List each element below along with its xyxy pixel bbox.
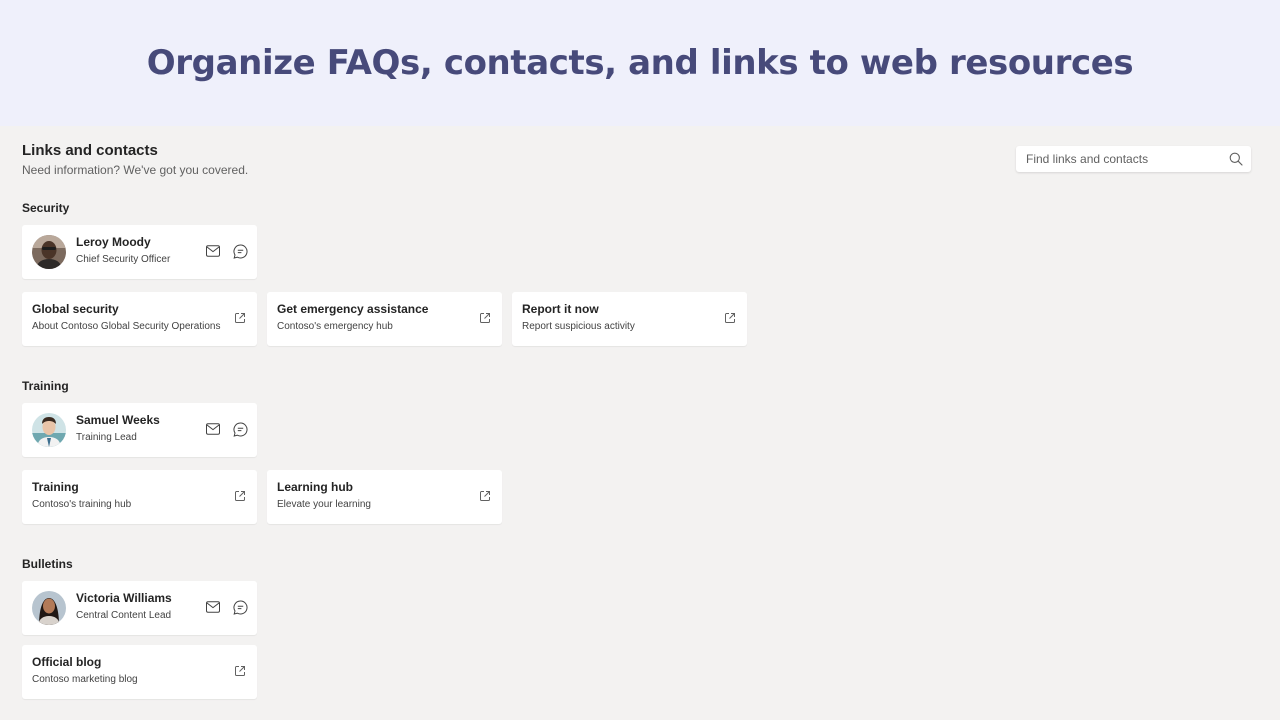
open-external-icon[interactable] — [234, 312, 246, 324]
search-icon[interactable] — [1229, 152, 1243, 166]
link-title: Global security — [32, 302, 119, 316]
link-card-report-it-now[interactable]: Report it now Report suspicious activity — [512, 292, 747, 346]
chat-icon[interactable] — [233, 600, 248, 615]
banner-title: Organize FAQs, contacts, and links to we… — [146, 43, 1134, 83]
contact-role: Chief Security Officer — [76, 254, 171, 265]
link-title: Official blog — [32, 655, 102, 669]
contact-role: Central Content Lead — [76, 610, 172, 621]
contact-name: Leroy Moody — [76, 235, 151, 249]
contact-name: Samuel Weeks — [76, 413, 160, 427]
link-description: About Contoso Global Security Operations — [32, 321, 221, 332]
link-card-get-emergency-assistance[interactable]: Get emergency assistance Contoso's emerg… — [267, 292, 502, 346]
link-title: Training — [32, 480, 79, 494]
mail-icon[interactable] — [206, 423, 220, 435]
open-external-icon[interactable] — [234, 490, 246, 502]
mail-icon[interactable] — [206, 245, 220, 257]
link-title: Get emergency assistance — [277, 302, 429, 316]
contact-name: Victoria Williams — [76, 591, 172, 605]
chat-icon[interactable] — [233, 422, 248, 437]
link-description: Elevate your learning — [277, 499, 371, 510]
link-description: Contoso's training hub — [32, 499, 132, 510]
contact-card-leroy-moody[interactable]: Leroy Moody Chief Security Officer — [22, 225, 257, 279]
hero-banner: Organize FAQs, contacts, and links to we… — [0, 0, 1280, 126]
search-input[interactable] — [1026, 152, 1229, 166]
link-card-learning-hub[interactable]: Learning hub Elevate your learning — [267, 470, 502, 524]
section-title-security: Security — [22, 201, 70, 215]
mail-icon[interactable] — [206, 601, 220, 613]
link-card-training[interactable]: Training Contoso's training hub — [22, 470, 257, 524]
section-title-training: Training — [22, 379, 69, 393]
open-external-icon[interactable] — [479, 490, 491, 502]
contact-role: Training Lead — [76, 432, 137, 443]
open-external-icon[interactable] — [234, 665, 246, 677]
link-card-global-security[interactable]: Global security About Contoso Global Sec… — [22, 292, 257, 346]
search-box[interactable] — [1016, 146, 1251, 172]
contact-card-victoria-williams[interactable]: Victoria Williams Central Content Lead — [22, 581, 257, 635]
section-title-bulletins: Bulletins — [22, 557, 73, 571]
avatar — [32, 235, 66, 269]
contact-card-samuel-weeks[interactable]: Samuel Weeks Training Lead — [22, 403, 257, 457]
link-title: Report it now — [522, 302, 599, 316]
page-subtitle: Need information? We've got you covered. — [22, 163, 249, 177]
open-external-icon[interactable] — [479, 312, 491, 324]
chat-icon[interactable] — [233, 244, 248, 259]
link-card-official-blog[interactable]: Official blog Contoso marketing blog — [22, 645, 257, 699]
link-title: Learning hub — [277, 480, 353, 494]
page-title: Links and contacts — [22, 142, 158, 159]
avatar — [32, 413, 66, 447]
avatar — [32, 591, 66, 625]
open-external-icon[interactable] — [724, 312, 736, 324]
link-description: Contoso's emergency hub — [277, 321, 393, 332]
link-description: Contoso marketing blog — [32, 674, 138, 685]
links-and-contacts-panel: Links and contacts Need information? We'… — [0, 126, 1280, 720]
link-description: Report suspicious activity — [522, 321, 635, 332]
